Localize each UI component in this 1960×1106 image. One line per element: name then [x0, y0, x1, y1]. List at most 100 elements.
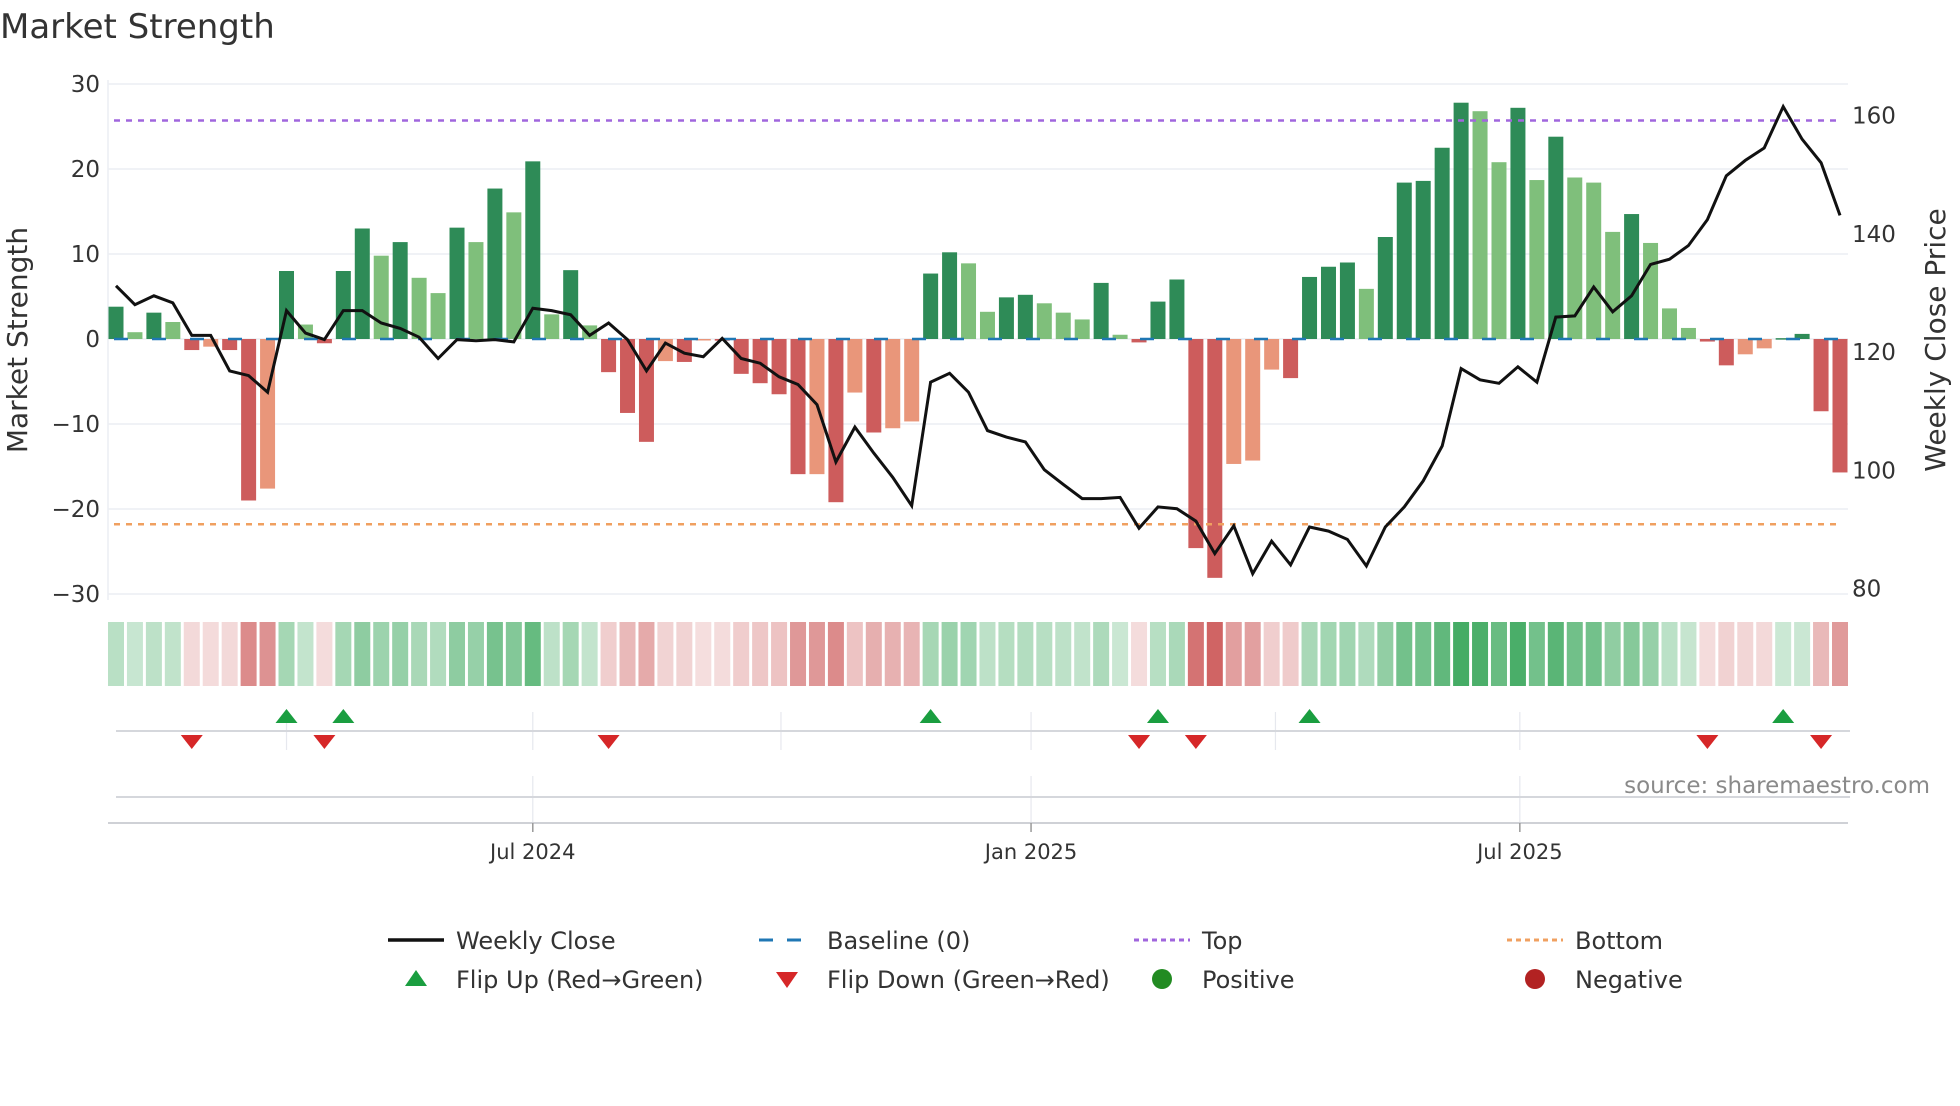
strength-bar [1036, 303, 1052, 339]
legend-label: Weekly Close [456, 927, 616, 955]
heatmap-cell [1377, 622, 1394, 686]
heatmap-cell [1301, 622, 1318, 686]
heatmap-cell [979, 622, 996, 686]
strength-bar [1415, 180, 1431, 339]
strength-bar [335, 271, 351, 339]
heatmap-cell [865, 622, 882, 686]
heatmap-cell [1244, 622, 1261, 686]
heatmap-cell [1794, 622, 1811, 686]
heatmap-cell [562, 622, 579, 686]
heatmap-cell [1339, 622, 1356, 686]
heatmap-cell [1547, 622, 1564, 686]
heatmap-cell [259, 622, 276, 686]
strength-bar [961, 263, 977, 339]
x-tick-label: Jan 2025 [983, 840, 1078, 864]
weekly-close-polyline [114, 103, 1842, 578]
heatmap-cell [771, 622, 788, 686]
heatmap-cell [1168, 622, 1185, 686]
strength-bar [1396, 182, 1412, 339]
heatmap-cell [1131, 622, 1148, 686]
heatmap-cell [1604, 622, 1621, 686]
strength-bar [904, 339, 920, 422]
flip-down-marker [313, 735, 336, 749]
heatmap-cell [941, 622, 958, 686]
strength-bar [222, 339, 238, 351]
heatmap-cell [1187, 622, 1204, 686]
heatmap-cell [316, 622, 333, 686]
strength-bar [468, 242, 484, 339]
strength-bar [1093, 282, 1109, 339]
strength-bar [1245, 339, 1261, 461]
legend-label: Bottom [1575, 927, 1663, 955]
heatmap-cell [1775, 622, 1792, 686]
heatmap-cell [430, 622, 447, 686]
heatmap-cell [1149, 622, 1166, 686]
strength-bar [1643, 242, 1659, 339]
heatmap-cell [505, 622, 522, 686]
strength-bar [487, 188, 503, 339]
y2-tick-label: 100 [1852, 458, 1896, 484]
heatmap-cell [581, 622, 598, 686]
y2-tick-label: 160 [1852, 104, 1896, 130]
strength-bar [1680, 327, 1696, 339]
x-tick-label: Jul 2024 [488, 840, 575, 864]
strength-bar [1529, 180, 1545, 339]
flip-down-marker [180, 735, 203, 749]
strength-bar [998, 297, 1014, 339]
strength-bar [392, 242, 408, 339]
heatmap-cell [202, 622, 219, 686]
strength-bar [1453, 102, 1469, 339]
strength-bar [1472, 111, 1488, 339]
strength-bar [563, 270, 579, 339]
legend-item: Top [1134, 927, 1243, 955]
strength-bars [108, 102, 1848, 578]
strength-bar [885, 339, 901, 429]
heatmap-cell [827, 622, 844, 686]
flip-up-marker [1772, 709, 1795, 723]
axes: 3020100−10−20−3016014012010080Jul 2024 Ja… [51, 72, 1895, 864]
strength-bar [354, 228, 370, 339]
heatmap-cell [1680, 622, 1697, 686]
triangle-down-icon [776, 972, 798, 988]
heatmap-cell [733, 622, 750, 686]
heatmap-cell [335, 622, 352, 686]
heatmap-cell [1509, 622, 1526, 686]
flip-up-marker [275, 709, 298, 723]
y-tick-label: −10 [51, 412, 100, 438]
legend-label: Baseline (0) [827, 927, 970, 955]
heatmap-cell [1320, 622, 1337, 686]
strength-bar [923, 273, 939, 339]
heatmap-cell [1718, 622, 1735, 686]
strength-bar [1320, 266, 1336, 339]
strength-bar [127, 332, 143, 339]
strength-bar [942, 252, 958, 339]
strength-bar [1756, 339, 1772, 349]
strength-bar [1150, 301, 1166, 339]
y-tick-label: 20 [71, 157, 100, 183]
heatmap-cell [126, 622, 143, 686]
strength-bar [544, 314, 560, 339]
heatmap-cell [1813, 622, 1830, 686]
legend-item: Flip Down (Green→Red) [776, 966, 1110, 994]
heatmap-cell [1074, 622, 1091, 686]
flip-down-marker [1696, 735, 1719, 749]
heatmap-cell [1642, 622, 1659, 686]
strength-bar [449, 227, 465, 339]
heatmap-cell [145, 622, 162, 686]
strength-bar [1718, 339, 1734, 366]
heatmap-cell [1528, 622, 1545, 686]
strength-bar [411, 277, 427, 339]
heatmap-cell [1282, 622, 1299, 686]
strength-bar [1832, 339, 1848, 473]
y2-tick-label: 120 [1852, 340, 1896, 366]
chart-title: Market Strength [0, 7, 275, 47]
strength-bar [165, 322, 181, 339]
legend: Weekly Close Baseline (0) Top Bottom Flip Up… [388, 927, 1683, 994]
heatmap-cell [600, 622, 617, 686]
y2-axis-title: Weekly Close Price [1919, 208, 1952, 471]
heatmap-cell [714, 622, 731, 686]
heatmap-cell [1263, 622, 1280, 686]
strength-bar [601, 339, 617, 373]
y-axis-title: Market Strength [1, 227, 34, 453]
strength-bar [1813, 339, 1829, 412]
